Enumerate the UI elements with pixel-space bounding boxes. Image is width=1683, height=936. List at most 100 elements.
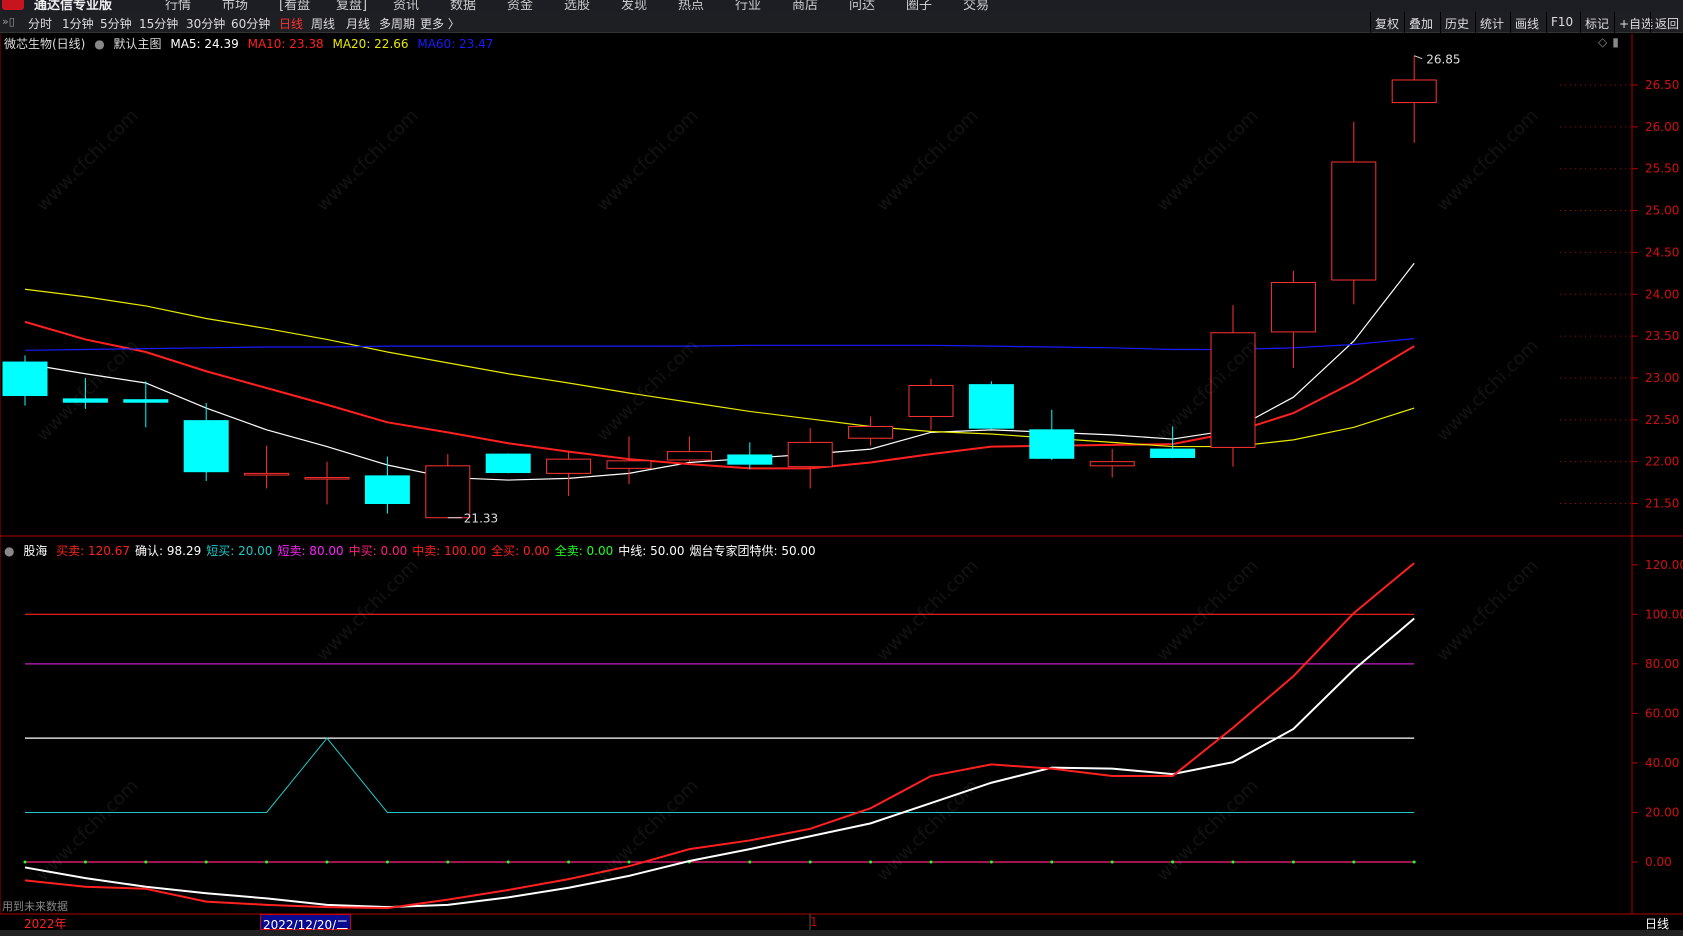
period-tab[interactable]: 5分钟 <box>100 15 132 32</box>
candle-body <box>1150 448 1196 458</box>
period-tab[interactable]: 15分钟 <box>139 15 178 32</box>
future-data-note: 用到未来数据 <box>2 900 68 913</box>
menu-item[interactable]: [看盘 <box>279 0 310 12</box>
period-tab[interactable]: 1分钟 <box>62 15 94 32</box>
sidebar-toggle-icon[interactable]: »▯ <box>2 15 15 28</box>
ma-line-ma20 <box>24 288 1415 448</box>
indicator-tick-label: 40.00 <box>1645 756 1679 770</box>
period-tab[interactable]: 更多 〉 <box>420 15 460 32</box>
app-title: 通达信专业版 <box>34 0 113 12</box>
ma60-value: MA60: 23.47 <box>417 37 494 51</box>
period-tab[interactable]: 多周期 <box>379 15 415 32</box>
indicator-tick-label: 0.00 <box>1645 855 1672 869</box>
period-tab[interactable]: 30分钟 <box>186 15 225 32</box>
ma5-value: MA5: 24.39 <box>170 37 239 51</box>
low-price-label: 21.33 <box>464 512 498 526</box>
menu-item[interactable]: 热点 <box>678 0 704 12</box>
candle-body <box>1391 79 1437 104</box>
period-tab[interactable]: 日线 <box>279 15 303 32</box>
indicator-value: 中卖: 100.00 <box>412 544 487 558</box>
zero-dot <box>1050 860 1054 864</box>
price-tick-label: 26.00 <box>1645 120 1679 134</box>
price-tick-label: 23.00 <box>1645 371 1679 385</box>
zero-dot <box>567 860 571 864</box>
indicator-name[interactable]: 股海 <box>23 544 47 558</box>
menu-item[interactable]: 商店 <box>792 0 818 12</box>
zero-dot <box>1231 860 1235 864</box>
indicator-value: 全卖: 0.00 <box>554 544 614 558</box>
price-tick-label: 21.50 <box>1645 497 1679 511</box>
candle-body <box>244 472 290 476</box>
indicator-value: 确认: 98.29 <box>135 544 202 558</box>
indicator-value: 买卖: 120.67 <box>56 544 131 558</box>
indicator-value: 中线: 50.00 <box>618 544 685 558</box>
toolbar-button[interactable]: 返回 <box>1650 12 1683 33</box>
toolbar-button[interactable]: 统计 <box>1475 12 1508 33</box>
zero-dot <box>989 860 993 864</box>
candle-body <box>2 361 48 397</box>
menu-item[interactable]: 资讯 <box>393 0 419 12</box>
price-tick-label: 24.50 <box>1645 245 1679 259</box>
indicator-value: 短买: 20.00 <box>206 544 273 558</box>
menu-item[interactable]: 市场 <box>222 0 248 12</box>
period-tab[interactable]: 60分钟 <box>231 15 270 32</box>
toolbar-button[interactable]: 复权 <box>1370 12 1403 33</box>
candle-body <box>546 458 592 474</box>
menu-item[interactable]: 发现 <box>621 0 647 12</box>
toolbar-button[interactable]: F10 <box>1546 12 1577 33</box>
diamond-icon[interactable]: ◇ <box>1598 35 1607 49</box>
indicator-tick-label: 100.00 <box>1645 607 1683 621</box>
period-tab[interactable]: 月线 <box>346 15 370 32</box>
template-dropdown-icon[interactable]: ● <box>94 37 104 51</box>
toolbar-button[interactable]: 叠加 <box>1404 12 1437 33</box>
toolbar-button[interactable]: 标记 <box>1580 12 1613 33</box>
indicator-value: 全买: 0.00 <box>491 544 550 558</box>
candle-body <box>364 475 410 504</box>
menu-item[interactable]: 问达 <box>849 0 875 12</box>
indicator-tick-label: 20.00 <box>1645 805 1679 819</box>
menu-bar: 通达信专业版 行情 市场 [看盘 复盘] 资讯 数据 资金 选股 发现 热点 行业 商店 问达 圈子 交易 <box>0 0 1683 12</box>
menu-item[interactable]: 圈子 <box>906 0 932 12</box>
cursor-date: 2022/12/20/二 <box>260 914 352 932</box>
candle-body <box>123 399 169 403</box>
zero-dot <box>83 860 87 864</box>
ma10-value: MA10: 23.38 <box>247 37 324 51</box>
menu-item[interactable]: 行业 <box>735 0 761 12</box>
price-tick-label: 26.50 <box>1645 78 1679 92</box>
period-tab[interactable]: 周线 <box>311 15 335 32</box>
price-tick-label: 24.00 <box>1645 287 1679 301</box>
status-bar <box>0 930 1683 936</box>
menu-item[interactable]: 选股 <box>564 0 590 12</box>
candle-body <box>968 384 1014 429</box>
menu-item[interactable]: 数据 <box>450 0 476 12</box>
period-tab[interactable]: 分时 <box>28 15 52 32</box>
indicator-value: 中买: 0.00 <box>348 544 408 558</box>
candle-body <box>666 451 712 461</box>
zero-dot <box>446 860 450 864</box>
ma-line-ma5 <box>24 262 1415 481</box>
zero-dot <box>325 860 329 864</box>
panel-toggle-icon[interactable]: ▮ <box>1612 35 1619 49</box>
zero-dot <box>144 860 148 864</box>
toolbar-button[interactable]: 历史 <box>1440 12 1473 33</box>
toolbar-button[interactable]: 画线 <box>1510 12 1543 33</box>
candle-body <box>183 420 229 473</box>
indicator-dropdown-icon[interactable]: ● <box>4 544 14 558</box>
indicator-tick-label: 60.00 <box>1645 706 1679 720</box>
candle-body <box>304 477 350 480</box>
price-tick-label: 22.00 <box>1645 455 1679 469</box>
candle-body <box>1331 161 1377 281</box>
indicator-value: 烟台专家团特供: 50.00 <box>689 544 816 558</box>
candle-body <box>787 441 833 468</box>
stock-name: 微芯生物(日线) <box>4 37 86 51</box>
chart-canvas[interactable]: 26.50 26.00 25.50 25.00 24.50 24.00 23.50 23.00… <box>0 0 1683 936</box>
indicator-line <box>24 617 1415 909</box>
zero-dot <box>808 860 812 864</box>
menu-item[interactable]: 复盘] <box>336 0 367 12</box>
menu-item[interactable]: 资金 <box>507 0 533 12</box>
template-label[interactable]: 默认主图 <box>114 37 162 51</box>
zero-dot <box>204 860 208 864</box>
menu-item[interactable]: 行情 <box>165 0 191 12</box>
zero-dot <box>748 860 752 864</box>
menu-item[interactable]: 交易 <box>963 0 989 12</box>
